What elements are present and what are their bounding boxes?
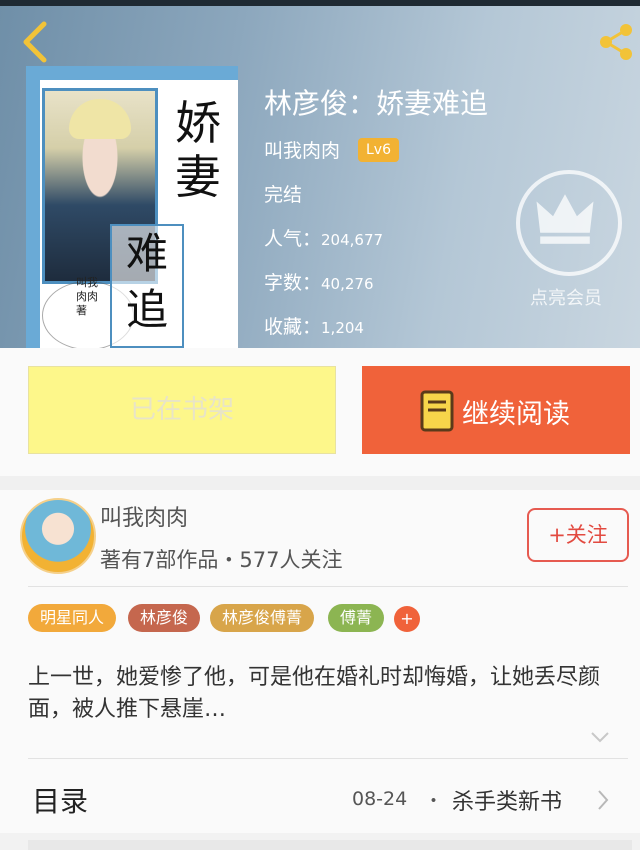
author-card-name[interactable]: 叫我肉肉	[100, 500, 188, 532]
tag-chip[interactable]: 林彦俊傅菁	[210, 604, 315, 632]
in-shelf-button[interactable]: 已在书架	[28, 366, 336, 454]
cover-title-top: 娇妻	[175, 96, 221, 204]
book-title: 林彦俊：娇妻难追	[264, 87, 489, 120]
favorites-value: 1,204	[321, 319, 364, 337]
book-status: 完结	[264, 184, 303, 206]
continue-reading-button[interactable]: 继续阅读	[362, 366, 630, 454]
author-avatar[interactable]	[20, 498, 96, 574]
toc-title: 目录	[32, 785, 89, 818]
book-icon	[420, 390, 454, 432]
bottom-divider	[28, 840, 632, 850]
author-card-info: 著有7部作品・577人关注	[100, 548, 343, 572]
level-badge: Lv6	[358, 138, 399, 162]
toc-latest-chapter: 杀手类新书	[452, 790, 563, 815]
book-cover[interactable]: 娇妻 叫我肉肉著 难追	[26, 66, 238, 348]
cover-title-bottom: 难追	[110, 224, 184, 348]
toc-separator: ・	[424, 790, 444, 812]
tag-chip[interactable]: 傅菁	[328, 604, 385, 632]
chevron-left-icon[interactable]	[18, 20, 52, 64]
author-section: 叫我肉肉 著有7部作品・577人关注 +关注 明星同人 林彦俊 林彦俊傅菁 傅菁…	[0, 476, 640, 850]
vip-button[interactable]	[516, 170, 622, 276]
book-description: 上一世，她爱惨了他，可是他在婚礼时却悔婚，让她丢尽颜面，被人推下悬崖…	[28, 665, 601, 722]
chevron-right-icon	[598, 790, 609, 810]
cover-frame	[26, 66, 40, 348]
crown-icon	[536, 194, 594, 244]
book-header: 娇妻 叫我肉肉著 难追 林彦俊：娇妻难追 叫我肉肉 Lv6 完结 人气：204,…	[0, 0, 640, 348]
tag-chip[interactable]: 林彦俊	[128, 604, 201, 632]
cover-author: 叫我肉肉著	[76, 276, 98, 317]
favorites-stat: 收藏：1,204	[264, 312, 364, 339]
vip-label[interactable]: 点亮会员	[514, 284, 618, 310]
popularity-stat: 人气：204,677	[264, 224, 383, 251]
book-author[interactable]: 叫我肉肉	[264, 136, 340, 163]
chevron-down-icon[interactable]	[590, 730, 610, 744]
word-count-stat: 字数：40,276	[264, 268, 374, 295]
add-tag-button[interactable]: +	[394, 606, 420, 632]
word-count-label: 字数：	[264, 272, 322, 294]
action-bar: 已在书架 继续阅读	[0, 348, 640, 476]
popularity-value: 204,677	[321, 231, 384, 249]
divider	[28, 586, 628, 587]
word-count-value: 40,276	[321, 275, 374, 293]
tag-chip[interactable]: 明星同人	[28, 604, 117, 632]
continue-reading-label: 继续阅读	[462, 399, 570, 430]
toc-update-date: 08-24	[352, 788, 408, 810]
favorites-label: 收藏：	[264, 316, 322, 338]
cover-frame	[26, 66, 238, 80]
share-icon[interactable]	[596, 22, 636, 62]
table-of-contents-row[interactable]: 目录 08-24 ・ 杀手类新书	[0, 772, 640, 832]
divider	[28, 758, 628, 759]
follow-button[interactable]: +关注	[527, 508, 629, 562]
popularity-label: 人气：	[264, 228, 322, 250]
